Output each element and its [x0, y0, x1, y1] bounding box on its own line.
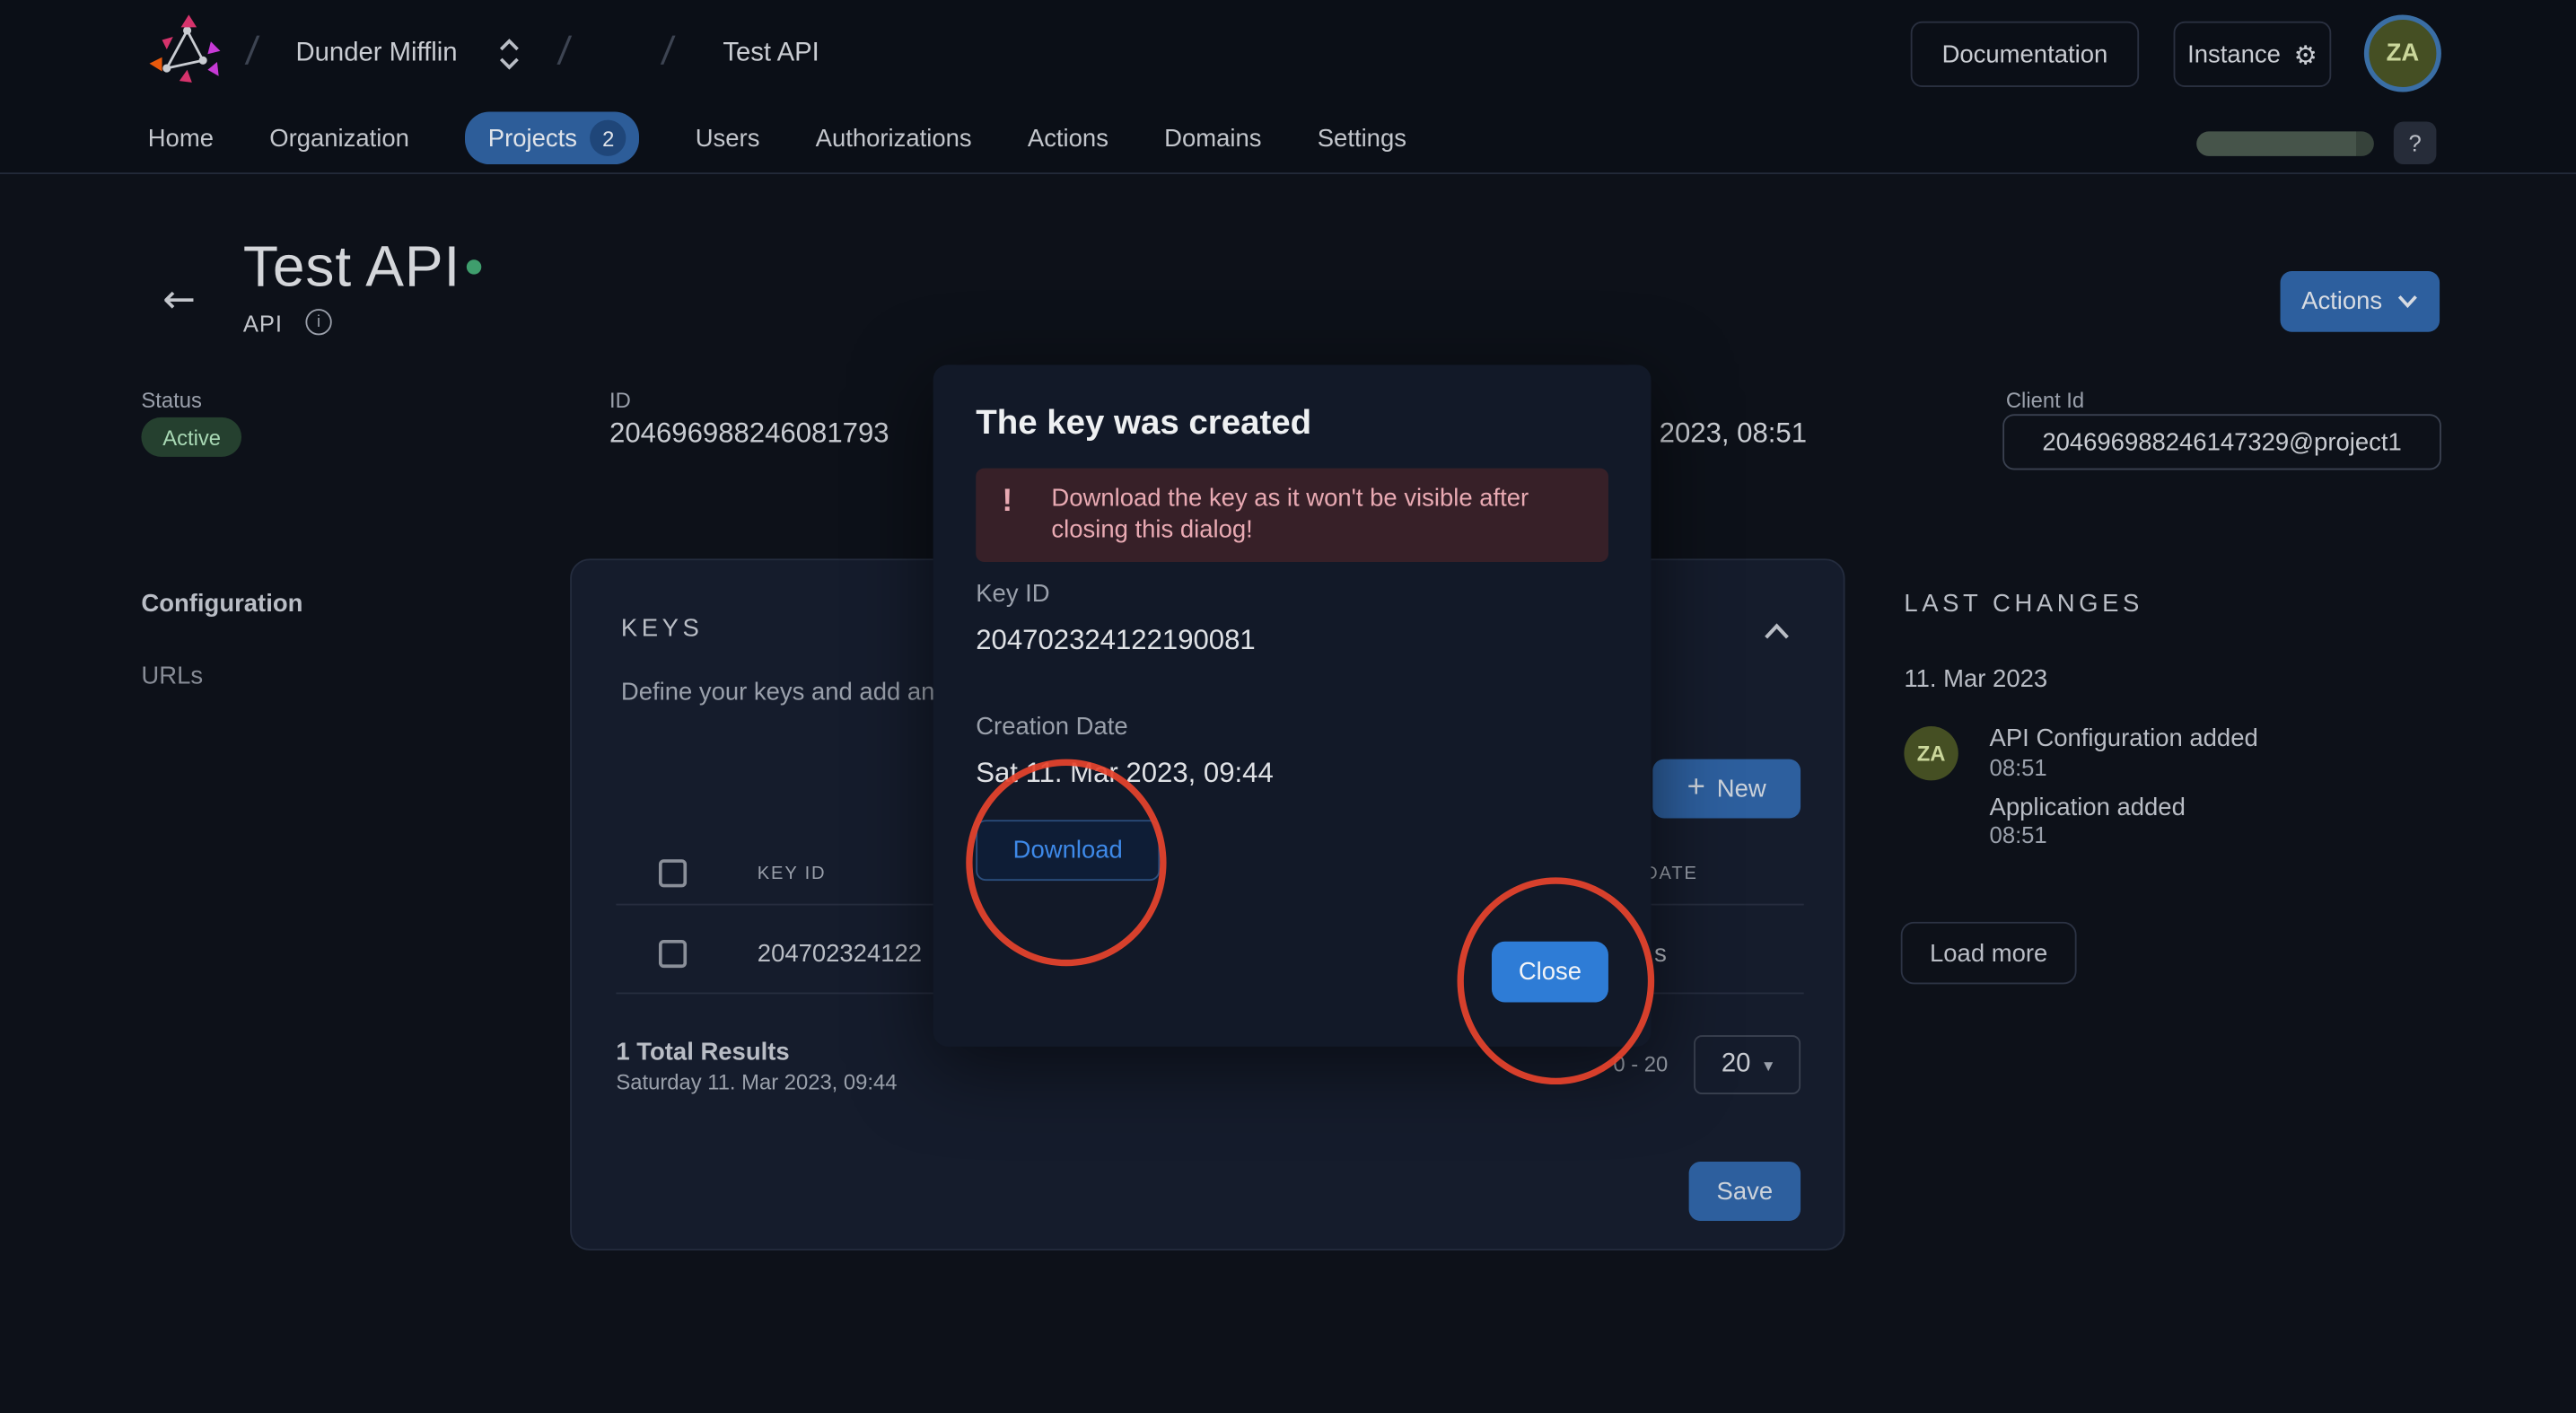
table-row-key-id: 204702324122 [758, 940, 922, 968]
id-value: 204696988246081793 [609, 417, 889, 451]
nav-tab-users[interactable]: Users [696, 124, 760, 152]
usage-meter[interactable] [2196, 131, 2374, 155]
dialog-title: The key was created [976, 404, 1311, 443]
collapse-panel-icon[interactable] [1763, 619, 1791, 649]
key-id-value: 204702324122190081 [976, 625, 1256, 658]
warning-icon: ! [1003, 485, 1013, 521]
app-logo[interactable] [148, 13, 223, 89]
nav-tab-organization[interactable]: Organization [269, 124, 409, 152]
warning-text: Download the key as it won't be visible … [1051, 483, 1547, 546]
created-datetime-partial: 2023, 08:51 [1660, 417, 1807, 451]
documentation-label: Documentation [1942, 40, 2108, 68]
plus-icon: + [1687, 770, 1705, 806]
row-checkbox[interactable] [659, 940, 687, 968]
client-id-label: Client Id [2006, 388, 2084, 412]
last-changes-date: 11. Mar 2023 [1904, 665, 2047, 693]
main-nav: Home Organization Projects 2 Users Autho… [148, 101, 1406, 174]
table-row-date-partial: s [1654, 940, 1667, 968]
change-entry-label: Application added [1990, 794, 2186, 821]
chevron-down-icon [2397, 294, 2419, 309]
select-all-checkbox[interactable] [659, 859, 687, 887]
instance-label: Instance [2187, 40, 2281, 68]
client-id-value[interactable]: 204696988246147329@project1 [2002, 414, 2441, 470]
new-key-button[interactable]: + New [1652, 759, 1801, 819]
nav-tab-home[interactable]: Home [148, 124, 214, 152]
status-badge: Active [141, 417, 241, 457]
total-results: 1 Total Results [616, 1039, 789, 1066]
keys-panel-title: KEYS [621, 615, 704, 643]
change-entry-label: API Configuration added [1990, 724, 2258, 752]
caret-down-icon: ▾ [1764, 1054, 1773, 1075]
keys-panel-description: Define your keys and add an o [621, 679, 955, 706]
active-status-dot [467, 259, 481, 274]
org-switcher-icon[interactable] [498, 36, 521, 72]
sidebar-item-configuration[interactable]: Configuration [141, 590, 302, 618]
change-entry-time: 08:51 [1990, 754, 2047, 780]
nav-tab-settings[interactable]: Settings [1318, 124, 1406, 152]
app-root: / Dunder Mifflin / / Test API Documentat… [0, 0, 2576, 1413]
warning-banner: ! Download the key as it won't be visibl… [976, 469, 1608, 562]
user-avatar[interactable]: ZA [2364, 14, 2441, 92]
status-label: Status [141, 388, 201, 412]
projects-count-badge: 2 [591, 120, 626, 156]
instance-button[interactable]: Instance ⚙ [2174, 22, 2332, 87]
save-button[interactable]: Save [1689, 1162, 1801, 1221]
nav-tab-projects-label: Projects [488, 124, 577, 152]
download-key-button[interactable]: Download [976, 820, 1160, 881]
column-header-key-id: KEY ID [758, 864, 827, 884]
change-entry-time: 08:51 [1990, 821, 2047, 847]
creation-date-label: Creation Date [976, 713, 1127, 741]
page-size-value: 20 [1722, 1050, 1751, 1080]
info-icon[interactable]: i [305, 309, 331, 335]
actions-label: Actions [2301, 287, 2382, 315]
breadcrumb-page[interactable]: Test API [723, 39, 819, 69]
top-header: / Dunder Mifflin / / Test API Documentat… [0, 0, 2576, 174]
creation-date-value: Sat 11. Mar 2023, 09:44 [976, 758, 1274, 791]
sidebar-item-urls[interactable]: URLs [141, 663, 203, 690]
breadcrumb-separator: / [556, 30, 573, 75]
page-title: Test API [243, 235, 460, 301]
breadcrumb-org[interactable]: Dunder Mifflin [295, 39, 457, 69]
load-more-button[interactable]: Load more [1901, 922, 2077, 985]
key-id-label: Key ID [976, 580, 1049, 608]
nav-tab-domains[interactable]: Domains [1164, 124, 1261, 152]
nav-tab-authorizations[interactable]: Authorizations [816, 124, 972, 152]
page-size-select[interactable]: 20 ▾ [1694, 1035, 1801, 1094]
page-subtitle: API [243, 311, 283, 337]
back-button[interactable]: ← [162, 276, 196, 321]
new-key-label: New [1717, 775, 1766, 803]
change-author-avatar: ZA [1904, 726, 1958, 780]
results-timestamp: Saturday 11. Mar 2023, 09:44 [616, 1070, 897, 1094]
pagination-range: 0 - 20 [1613, 1051, 1668, 1075]
last-changes-title: LAST CHANGES [1904, 590, 2142, 618]
nav-tab-actions[interactable]: Actions [1028, 124, 1108, 152]
breadcrumb-separator: / [243, 30, 260, 75]
help-button[interactable]: ? [2394, 121, 2437, 164]
documentation-button[interactable]: Documentation [1911, 22, 2139, 87]
column-header-date-partial: DATE [1644, 864, 1698, 884]
actions-button[interactable]: Actions [2281, 271, 2440, 332]
key-created-dialog: The key was created ! Download the key a… [933, 364, 1652, 1047]
gear-icon: ⚙ [2294, 39, 2318, 70]
nav-tab-projects[interactable]: Projects 2 [465, 111, 639, 164]
id-label: ID [609, 388, 631, 412]
close-dialog-button[interactable]: Close [1492, 942, 1608, 1003]
breadcrumb-separator: / [659, 30, 676, 75]
